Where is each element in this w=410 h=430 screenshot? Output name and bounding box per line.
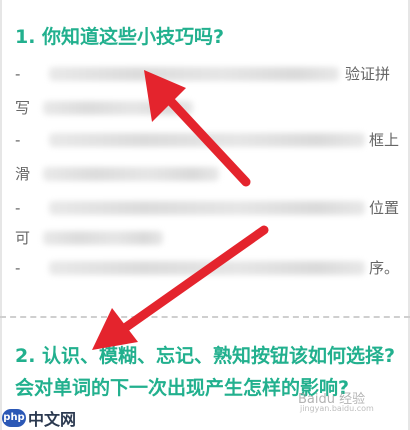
tip-line-7: - 序。 (15, 256, 405, 280)
baidu-watermark-url: jingyan.baidu.com (300, 404, 374, 413)
tip-line-5-blurred-text (49, 201, 365, 215)
tip-line-3-tail: 框上 (369, 131, 400, 149)
tip-line-1-tail: 验证拼 (345, 65, 391, 83)
section-divider (0, 316, 410, 318)
tip-line-5-tail: 位置 (369, 199, 400, 217)
tip-line-1: - 验证拼 (15, 62, 405, 86)
tip-line-5-lead: - (15, 199, 21, 217)
article-content: 1. 你知道这些小技巧吗? - 验证拼 写 - 框上 滑 - 位置 可 - 序。… (0, 0, 410, 430)
tip-line-7-blurred-text (49, 261, 365, 275)
tip-line-4-lead: 滑 (15, 165, 31, 183)
tip-line-6: 可 (15, 226, 405, 250)
tip-line-4: 滑 (15, 162, 405, 186)
tip-line-6-lead: 可 (15, 229, 31, 247)
section-1-heading: 1. 你知道这些小技巧吗? (15, 26, 225, 48)
tip-line-6-blurred-text (43, 231, 163, 245)
left-border (0, 0, 2, 430)
tip-line-5: - 位置 (15, 196, 405, 220)
tip-line-4-blurred-text (43, 167, 219, 181)
tip-line-1-blurred-text (49, 67, 339, 81)
php-site-watermark: 中文网 (28, 410, 77, 429)
tip-line-7-lead: - (15, 259, 21, 277)
tip-line-3-lead: - (15, 131, 21, 149)
tip-line-1-lead: - (15, 65, 21, 83)
tip-line-2: 写 (15, 96, 405, 120)
tip-line-2-lead: 写 (15, 99, 31, 117)
php-logo-badge: php (2, 409, 26, 427)
tip-line-3-blurred-text (49, 133, 365, 147)
tip-line-3: - 框上 (15, 128, 405, 152)
tip-line-7-tail: 序。 (369, 259, 400, 277)
tip-line-2-blurred-text (43, 101, 193, 115)
